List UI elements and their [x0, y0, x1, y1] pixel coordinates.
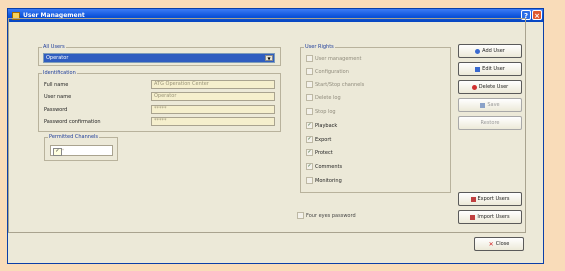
right-configuration[interactable]: Configuration [306, 68, 349, 75]
four-eyes-password-option[interactable]: Four eyes password [297, 212, 356, 219]
right-label: Protect [315, 149, 333, 156]
permitted-channels-label: Permitted Channels [48, 134, 100, 140]
password-confirmation-label: Password confirmation [44, 119, 101, 125]
full-name-field[interactable]: ATG Operation Center [151, 80, 275, 89]
export-icon [470, 196, 476, 202]
right-label: Configuration [315, 68, 349, 75]
four-eyes-label: Four eyes password [306, 212, 356, 219]
right-playback[interactable]: ✓ Playback [306, 122, 337, 129]
checkbox[interactable] [306, 94, 313, 101]
right-stop-log[interactable]: Stop log [306, 108, 336, 115]
import-users-label: Import Users [477, 214, 510, 220]
right-label: Comments [315, 163, 343, 170]
user-rights-label: User Rights [304, 44, 335, 50]
right-label: User management [315, 55, 362, 62]
checkbox-checked[interactable]: ✓ [306, 149, 313, 156]
edit-user-icon [475, 66, 481, 72]
add-user-icon [475, 48, 481, 54]
right-label: Playback [315, 122, 338, 129]
add-user-label: Add User [482, 48, 505, 54]
close-button[interactable]: ✕ Close [474, 237, 524, 251]
permitted-channels-input[interactable]: ✓ * [50, 145, 113, 156]
checkbox-checked[interactable]: ✓ [306, 136, 313, 143]
right-label: Monitoring [315, 177, 342, 184]
import-icon [470, 214, 476, 220]
import-users-button[interactable]: Import Users [458, 210, 522, 224]
checkbox-checked[interactable]: ✓ [306, 163, 313, 170]
save-label: Save [487, 102, 500, 108]
all-users-label: All Users [42, 44, 66, 50]
delete-user-button[interactable]: Delete User [458, 80, 522, 94]
chevron-down-icon[interactable]: ▼ [265, 55, 273, 61]
checkbox-checked[interactable]: ✓ [306, 122, 313, 129]
close-icon: ✕ [488, 240, 494, 248]
restore-label: Restore [480, 120, 500, 126]
add-user-button[interactable]: Add User [458, 44, 522, 58]
delete-user-label: Delete User [478, 84, 509, 90]
permitted-channels-value: * [62, 148, 64, 153]
save-icon [480, 102, 486, 108]
identification-label: Identification [42, 70, 77, 76]
checkbox[interactable] [297, 212, 304, 219]
right-user-management[interactable]: User management [306, 55, 361, 62]
right-export[interactable]: ✓ Export [306, 136, 331, 143]
checkbox[interactable] [306, 177, 313, 184]
right-delete-log[interactable]: Delete log [306, 94, 341, 101]
export-users-label: Export Users [477, 196, 510, 202]
password-confirmation-field[interactable]: ***** [151, 117, 275, 126]
right-label: Export [315, 136, 332, 143]
password-label: Password [44, 107, 68, 113]
right-monitoring[interactable]: Monitoring [306, 177, 342, 184]
right-protect[interactable]: ✓ Protect [306, 149, 333, 156]
full-name-label: Full name [44, 82, 69, 88]
checkbox[interactable] [306, 108, 313, 115]
right-label: Stop log [315, 108, 336, 115]
right-label: Start/Stop channels [315, 81, 365, 88]
right-label: Delete log [315, 94, 341, 101]
user-select-value: Operator [46, 55, 69, 61]
user-name-label: User name [44, 94, 72, 100]
edit-user-button[interactable]: Edit User [458, 62, 522, 76]
user-name-field[interactable]: Operator [151, 92, 275, 101]
password-field[interactable]: ***** [151, 105, 275, 114]
checkmark-icon: ✓ [53, 148, 62, 156]
save-button[interactable]: Save [458, 98, 522, 112]
edit-user-label: Edit User [482, 66, 505, 72]
right-comments[interactable]: ✓ Comments [306, 163, 342, 170]
close-label: Close [495, 241, 510, 247]
checkbox[interactable] [306, 68, 313, 75]
user-select[interactable]: Operator ▼ [43, 53, 275, 63]
window-close-button[interactable]: × [532, 10, 542, 20]
checkbox[interactable] [306, 81, 313, 88]
delete-user-icon [471, 84, 477, 90]
right-start-stop-channels[interactable]: Start/Stop channels [306, 81, 364, 88]
restore-button[interactable]: Restore [458, 116, 522, 130]
checkbox[interactable] [306, 55, 313, 62]
export-users-button[interactable]: Export Users [458, 192, 522, 206]
